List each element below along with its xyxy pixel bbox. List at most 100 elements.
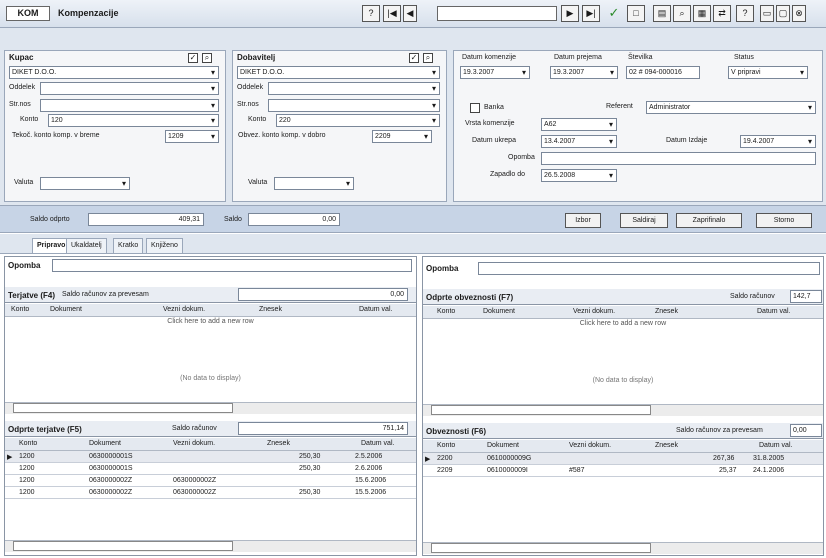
col-znesek[interactable]: Znesek xyxy=(655,442,678,449)
tab-kratko[interactable]: Kratko xyxy=(113,238,144,253)
saldiraj-button[interactable]: Saldiraj xyxy=(620,213,668,228)
tab-pripravo[interactable]: Pripravo xyxy=(32,238,71,253)
col-znesek[interactable]: Znesek xyxy=(267,440,290,447)
opomba-input[interactable] xyxy=(541,152,816,165)
dobavitelj-oddelek-select[interactable] xyxy=(268,82,440,95)
left-opomba-input[interactable] xyxy=(52,259,412,272)
table-row[interactable]: 1200 0630000002Z 0630000002Z 15.6.2006 xyxy=(5,475,416,487)
terjatve-add-row[interactable]: Click here to add a new row xyxy=(5,318,416,325)
odprte-terjatve-scroll-thumb[interactable] xyxy=(13,541,233,551)
record-navigator-field[interactable] xyxy=(437,6,557,21)
vrsta-label: Vrsta komenzije xyxy=(465,120,515,127)
dobavitelj-valuta-select[interactable] xyxy=(274,177,354,190)
obveznosti-add-row[interactable]: Click here to add a new row xyxy=(423,320,823,327)
dobavitelj-konto-select[interactable]: 220 xyxy=(276,114,440,127)
col-vezni[interactable]: Vezni dokum. xyxy=(173,440,215,447)
kupac-tek-select[interactable]: 1209 xyxy=(165,130,219,143)
table-row[interactable]: ▶ 2200 0610000009G 267,36 31.8.2005 xyxy=(423,453,823,465)
dobavitelj-strnos-select[interactable] xyxy=(268,99,440,112)
last-record-button[interactable]: ▶| xyxy=(582,5,600,22)
datum-kompenzije-input[interactable]: 19.3.2007 xyxy=(460,66,530,79)
col-datum[interactable]: Datum val. xyxy=(359,306,392,313)
print-button[interactable]: ▤ xyxy=(653,5,671,22)
izbor-button[interactable]: Izbor xyxy=(565,213,601,228)
col-dokument[interactable]: Dokument xyxy=(50,306,82,313)
maximize-button[interactable]: ▢ xyxy=(776,5,790,22)
col-vezni[interactable]: Vezni dokum. xyxy=(573,308,615,315)
stevilka-input[interactable]: 02 # 094-000016 xyxy=(626,66,700,79)
table-row[interactable]: 2209 0610000009I #587 25,37 24.1.2006 xyxy=(423,465,823,477)
kupac-strnos-label: Str.nos xyxy=(9,101,31,108)
first-record-button[interactable]: |◀ xyxy=(383,5,401,22)
tab-ukaldatelj[interactable]: Ukaldatelj xyxy=(66,238,107,253)
kupac-valuta-select[interactable] xyxy=(40,177,130,190)
datum-prejema-input[interactable]: 19.3.2007 xyxy=(550,66,618,79)
kupac-search-icon[interactable]: ⌕ xyxy=(202,53,212,63)
dobavitelj-checkbox[interactable]: ✓ xyxy=(409,53,419,63)
dobavitelj-tek-select[interactable]: 2209 xyxy=(372,130,432,143)
kupac-oddelek-label: Oddelek xyxy=(9,84,36,91)
col-konto[interactable]: Konto xyxy=(437,442,455,449)
terjatve-empty-message: (No data to display) xyxy=(180,375,241,382)
kupac-strnos-select[interactable] xyxy=(40,99,219,112)
grid-button[interactable]: ▦ xyxy=(693,5,711,22)
dobavitelj-strnos-label: Str.nos xyxy=(237,101,259,108)
col-znesek[interactable]: Znesek xyxy=(259,306,282,313)
close-button[interactable]: ⊗ xyxy=(792,5,806,22)
dobavitelj-search-icon[interactable]: ⌕ xyxy=(423,53,433,63)
prev-record-button[interactable]: ◀ xyxy=(403,5,417,22)
odprte-obveznosti-scroll-thumb[interactable] xyxy=(431,405,651,415)
storno-button[interactable]: Storno xyxy=(756,213,812,228)
odprte-terjatve-scrollbar[interactable] xyxy=(5,540,416,552)
odprte-terjatve-saldo-label: Saldo računov xyxy=(172,425,217,432)
status-select[interactable]: V pripravi xyxy=(728,66,808,79)
col-datum[interactable]: Datum val. xyxy=(757,308,790,315)
right-opomba-label: Opomba xyxy=(426,264,459,273)
kupac-oddelek-select[interactable] xyxy=(40,82,219,95)
odprte-obveznosti-scrollbar[interactable] xyxy=(423,404,823,416)
table-row[interactable]: ▶ 1200 0630000001S 250,30 2.5.2006 xyxy=(5,451,416,463)
col-konto[interactable]: Konto xyxy=(19,440,37,447)
col-dokument[interactable]: Dokument xyxy=(487,442,519,449)
kupac-konto-select[interactable]: 120 xyxy=(48,114,219,127)
banka-checkbox[interactable] xyxy=(470,103,480,113)
col-dokument[interactable]: Dokument xyxy=(483,308,515,315)
zapadlo-input[interactable]: 26.5.2008 xyxy=(541,169,617,182)
referent-select[interactable]: Administrator xyxy=(646,101,816,114)
col-vezni[interactable]: Vezni dokum. xyxy=(569,442,611,449)
help-button[interactable]: ? xyxy=(362,5,380,22)
new-record-button[interactable]: □ xyxy=(627,5,645,22)
info-button[interactable]: ? xyxy=(736,5,754,22)
transfer-button[interactable]: ⇄ xyxy=(713,5,731,22)
col-konto[interactable]: Konto xyxy=(437,308,455,315)
cell-konto: 1200 xyxy=(19,453,35,460)
terjatve-scroll-thumb[interactable] xyxy=(13,403,233,413)
table-row[interactable]: 1200 0630000001S 250,30 2.6.2006 xyxy=(5,463,416,475)
confirm-icon[interactable]: ✓ xyxy=(605,5,623,22)
cell-dokument: 0630000002Z xyxy=(89,489,133,496)
kupac-partner-select[interactable]: DIKET D.O.O. xyxy=(9,66,219,79)
kupac-checkbox[interactable]: ✓ xyxy=(188,53,198,63)
tab-knjizeno[interactable]: Knjiženo xyxy=(146,238,183,253)
obveznosti-scroll-thumb[interactable] xyxy=(431,543,651,553)
datum-ukrepa-input[interactable]: 13.4.2007 xyxy=(541,135,617,148)
zapri-button[interactable]: Zaprifinalo xyxy=(676,213,742,228)
col-datum[interactable]: Datum val. xyxy=(361,440,394,447)
obveznosti-saldo-label: Saldo računov za prevesam xyxy=(676,427,763,434)
minimize-button[interactable]: ▭ xyxy=(760,5,774,22)
col-vezni[interactable]: Vezni dokum. xyxy=(163,306,205,313)
vrsta-select[interactable]: A62 xyxy=(541,118,617,131)
col-znesek[interactable]: Znesek xyxy=(655,308,678,315)
search-button[interactable]: ⌕ xyxy=(673,5,691,22)
dobavitelj-partner-select[interactable]: DIKET D.O.O. xyxy=(237,66,440,79)
col-datum[interactable]: Datum val. xyxy=(759,442,792,449)
terjatve-scrollbar[interactable] xyxy=(5,402,416,414)
terjatve-title: Terjatve (F4) xyxy=(8,291,55,300)
next-record-button[interactable]: ▶ xyxy=(561,5,579,22)
datum-izdaje-input[interactable]: 19.4.2007 xyxy=(740,135,816,148)
obveznosti-scrollbar[interactable] xyxy=(423,542,823,554)
right-opomba-input[interactable] xyxy=(478,262,820,275)
col-konto[interactable]: Konto xyxy=(11,306,29,313)
col-dokument[interactable]: Dokument xyxy=(89,440,121,447)
table-row[interactable]: 1200 0630000002Z 0630000002Z 250,30 15.5… xyxy=(5,487,416,499)
